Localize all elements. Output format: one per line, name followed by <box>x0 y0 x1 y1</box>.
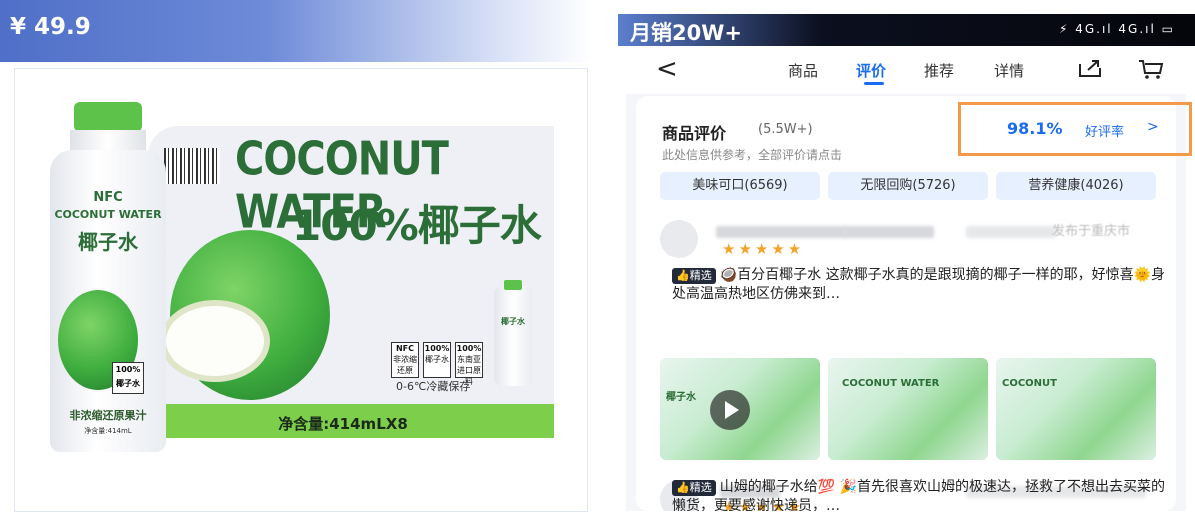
chip-tasty[interactable]: 美味可口(6569) <box>660 172 820 200</box>
bottle-100-label: 100% 椰子水 <box>112 362 144 394</box>
avatar[interactable] <box>660 220 698 258</box>
bottle-desc: 非浓缩还原果汁 <box>69 409 147 422</box>
tab-review[interactable]: 评价 <box>856 60 886 81</box>
bottle-name-cn: 椰子水 <box>78 230 138 254</box>
featured-tag: 👍精选 <box>672 480 716 496</box>
username-blurred <box>716 226 846 238</box>
bottle-nfc-label: NFC <box>93 190 123 205</box>
review-photo[interactable]: 椰子水 <box>660 358 820 460</box>
play-icon[interactable] <box>710 390 750 430</box>
tab-details[interactable]: 详情 <box>994 60 1024 81</box>
meta-blurred <box>966 226 1056 238</box>
tab-recommend[interactable]: 推荐 <box>924 60 954 81</box>
monthly-sales-label: 月销20W+ <box>630 21 742 45</box>
bottle-image: NFC COCONUT WATER 椰子水 100% 椰子水 非浓缩还原果汁 净含… <box>50 102 166 452</box>
share-icon[interactable] <box>1078 58 1102 78</box>
chip-repurchase[interactable]: 无限回购(5726) <box>828 172 988 200</box>
rating-stars: ★★★★★ <box>722 240 805 258</box>
bottle-name-en: COCONUT WATER <box>54 208 162 221</box>
review-location: 发布于重庆市 <box>1052 224 1131 239</box>
barcode-graphic <box>164 148 220 184</box>
back-icon[interactable]: < <box>656 54 678 84</box>
review-photo[interactable]: COCONUT WATER <box>828 358 988 460</box>
net-content-label: 净含量:414mLX8 <box>278 415 408 433</box>
bottle-volume: 净含量:414mL <box>84 427 132 435</box>
coconut-cut-image <box>160 300 270 382</box>
positive-rate-label: 好评率 <box>1085 125 1125 140</box>
product-image-panel: ¥ 49.9 COCONUT WATER 100%椰子水 NFC 非浓缩还原 10… <box>0 0 592 512</box>
cart-icon[interactable] <box>1138 58 1164 80</box>
top-nav: < 商品 评价 推荐 详情 <box>626 46 1186 94</box>
date-blurred <box>844 226 934 238</box>
price-bar: ¥ 49.9 <box>0 0 592 62</box>
review-text[interactable]: 👍精选 🥥百分百椰子水 这款椰子水真的是跟现摘的椰子一样的耶，好惊喜🌞身处高温高热… <box>672 266 1172 304</box>
positive-rate-value: 98.1% <box>1007 119 1063 138</box>
reviews-card: 商品评价 (5.5W+) 此处信息供参考，全部评价请点击 98.1% 好评率 >… <box>636 96 1192 511</box>
positive-rate-button[interactable]: 98.1% 好评率 > <box>958 102 1192 156</box>
signal-battery-icon: ⚡ 4G.ıl 4G.ıl ▭ <box>1058 22 1175 36</box>
reviews-note: 此处信息供参考，全部评价请点击 <box>662 148 843 162</box>
phone-screenshot-panel: 月销20W+ ⚡ 4G.ıl 4G.ıl ▭ < 商品 评价 推荐 详情 商品评… <box>618 0 1195 511</box>
tab-product[interactable]: 商品 <box>788 60 818 81</box>
review-photo[interactable]: COCONUT <box>996 358 1156 460</box>
banner-title-cn: 100%椰子水 <box>292 201 542 250</box>
price-label: ¥ 49.9 <box>10 14 91 40</box>
storage-note: 0-6℃冷藏保存 <box>396 380 471 393</box>
reviews-title: 商品评价 <box>662 124 727 143</box>
chevron-right-icon: > <box>1147 119 1159 135</box>
review-text[interactable]: 👍精选 山姆的椰子水给💯 🎉首先很喜欢山姆的极速达，拯救了不想出去买菜的懒货，更要… <box>672 478 1172 511</box>
badge-nfc: NFC 非浓缩还原 <box>391 342 419 378</box>
active-tab-indicator <box>864 82 884 85</box>
reviews-count: (5.5W+) <box>758 122 813 137</box>
chip-healthy[interactable]: 营养健康(4026) <box>996 172 1156 200</box>
status-bar: 月销20W+ ⚡ 4G.ıl 4G.ıl ▭ <box>618 14 1195 46</box>
badge-100-coconut: 100% 椰子水 <box>423 342 451 378</box>
review-page: < 商品 评价 推荐 详情 商品评价 (5.5W+) 此处信息供参考，全部评价请… <box>626 46 1192 511</box>
featured-tag: 👍精选 <box>672 268 716 284</box>
badge-imported: 100% 东南亚进口原料 <box>455 342 483 386</box>
small-bottle-image: 椰子水 <box>494 280 532 386</box>
bottle-cap <box>74 102 142 132</box>
